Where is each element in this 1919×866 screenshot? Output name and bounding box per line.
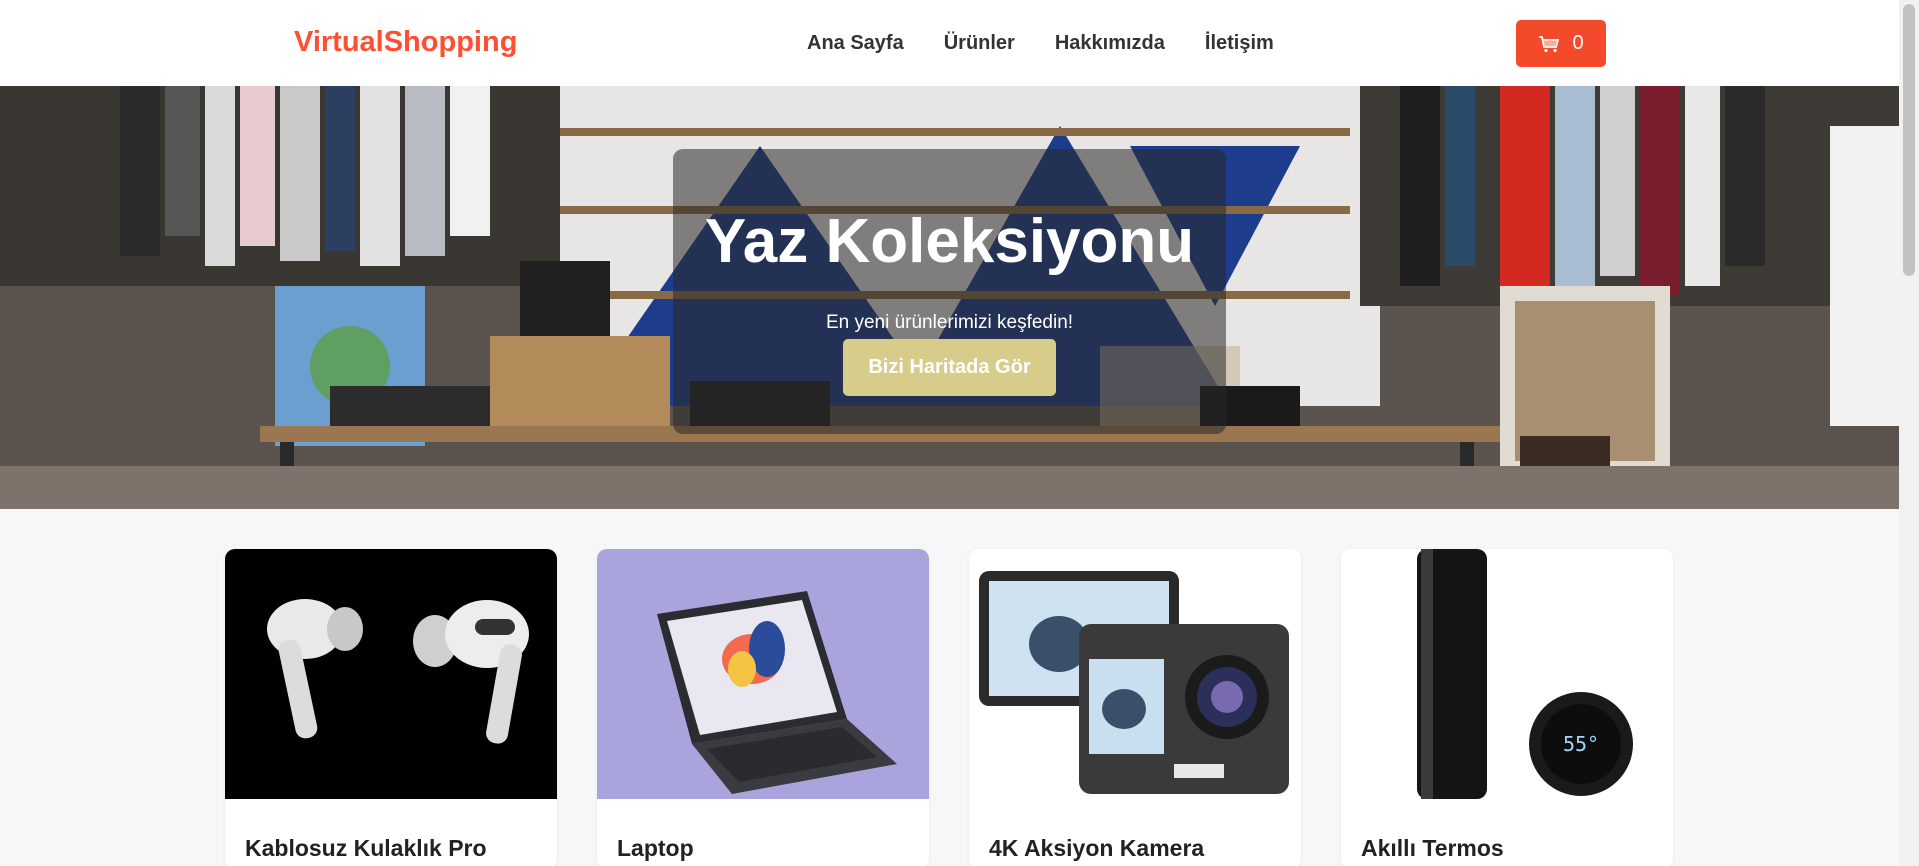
map-button[interactable]: Bizi Haritada Gör — [843, 339, 1056, 396]
scrollbar-thumb[interactable] — [1903, 4, 1915, 276]
main-nav: Ana Sayfa Ürünler Hakkımızda İletişim — [807, 32, 1274, 55]
product-name[interactable]: Akıllı Termos — [1361, 835, 1504, 862]
site-header: VirtualShopping Ana Sayfa Ürünler Hakkım… — [0, 0, 1899, 86]
cart-count: 0 — [1572, 32, 1584, 54]
product-card[interactable]: 4K Aksiyon Kamera — [969, 549, 1301, 866]
svg-text:55°: 55° — [1563, 732, 1599, 756]
hero-subtitle: En yeni ürünlerimizi keşfedin! — [825, 312, 1074, 333]
laptop-image[interactable] — [597, 549, 929, 799]
page-scrollbar[interactable] — [1899, 0, 1919, 866]
thermos-image[interactable]: 55° — [1341, 549, 1673, 799]
cart-icon — [1539, 35, 1560, 52]
cart-button[interactable]: 0 — [1516, 20, 1606, 67]
product-name[interactable]: Kablosuz Kulaklık Pro — [245, 835, 487, 862]
site-logo[interactable]: VirtualShopping — [294, 26, 517, 59]
product-card[interactable]: 55° Akıllı Termos — [1341, 549, 1673, 866]
nav-about[interactable]: Hakkımızda — [1055, 32, 1165, 55]
product-name[interactable]: 4K Aksiyon Kamera — [989, 835, 1204, 862]
product-grid: Kablosuz Kulaklık Pro Laptop 4K Aksiyon … — [225, 549, 1673, 866]
nav-home[interactable]: Ana Sayfa — [807, 32, 904, 55]
product-name[interactable]: Laptop — [617, 835, 694, 862]
nav-contact[interactable]: İletişim — [1205, 32, 1274, 55]
nav-products[interactable]: Ürünler — [944, 32, 1015, 55]
hero-title: Yaz Koleksiyonu — [704, 207, 1195, 276]
hero-banner: Yaz Koleksiyonu En yeni ürünlerimizi keş… — [0, 86, 1899, 509]
product-card[interactable]: Kablosuz Kulaklık Pro — [225, 549, 557, 866]
earbuds-image[interactable] — [225, 549, 557, 799]
product-card[interactable]: Laptop — [597, 549, 929, 866]
hero-overlay: Yaz Koleksiyonu En yeni ürünlerimizi keş… — [673, 149, 1226, 434]
action-camera-image[interactable] — [969, 549, 1301, 799]
